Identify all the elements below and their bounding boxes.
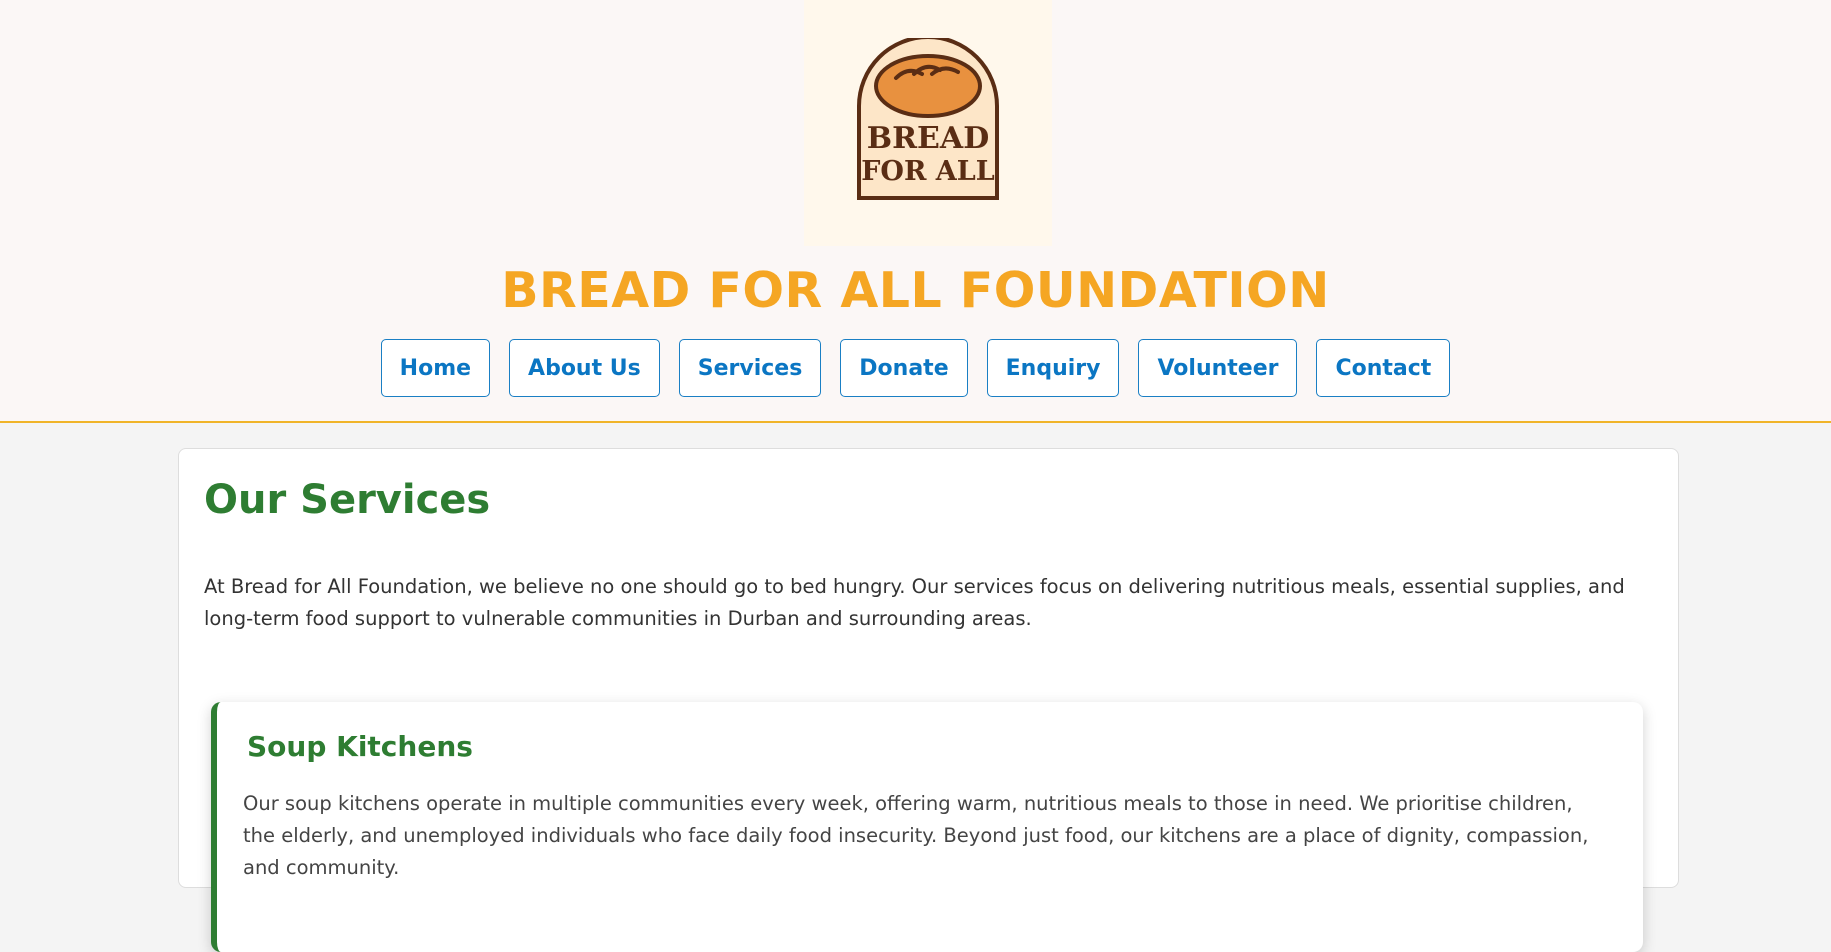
bread-logo-icon: BREAD FOR ALL <box>857 38 999 200</box>
nav-about-us[interactable]: About Us <box>509 339 660 397</box>
page-title: Our Services <box>204 477 491 523</box>
site-title: BREAD FOR ALL FOUNDATION <box>501 262 1330 319</box>
nav-donate[interactable]: Donate <box>840 339 968 397</box>
logo-line1: BREAD <box>867 121 989 156</box>
services-section: Our Services At Bread for All Foundation… <box>178 448 1679 952</box>
logo-line2: FOR ALL <box>861 156 994 187</box>
nav-home[interactable]: Home <box>380 339 491 397</box>
service-card-soup-kitchens: Soup Kitchens Our soup kitchens operate … <box>211 702 1643 952</box>
main-nav: Home About Us Services Donate Enquiry Vo… <box>0 339 1831 397</box>
site-header: BREAD FOR ALL BREAD FOR ALL FOUNDATION H… <box>0 0 1831 423</box>
nav-enquiry[interactable]: Enquiry <box>986 339 1120 397</box>
intro-text: At Bread for All Foundation, we believe … <box>204 575 1625 630</box>
service-title: Soup Kitchens <box>247 730 473 763</box>
nav-services[interactable]: Services <box>678 339 822 397</box>
logo[interactable]: BREAD FOR ALL <box>804 0 1052 246</box>
nav-contact[interactable]: Contact <box>1316 339 1451 397</box>
nav-volunteer[interactable]: Volunteer <box>1138 339 1298 397</box>
